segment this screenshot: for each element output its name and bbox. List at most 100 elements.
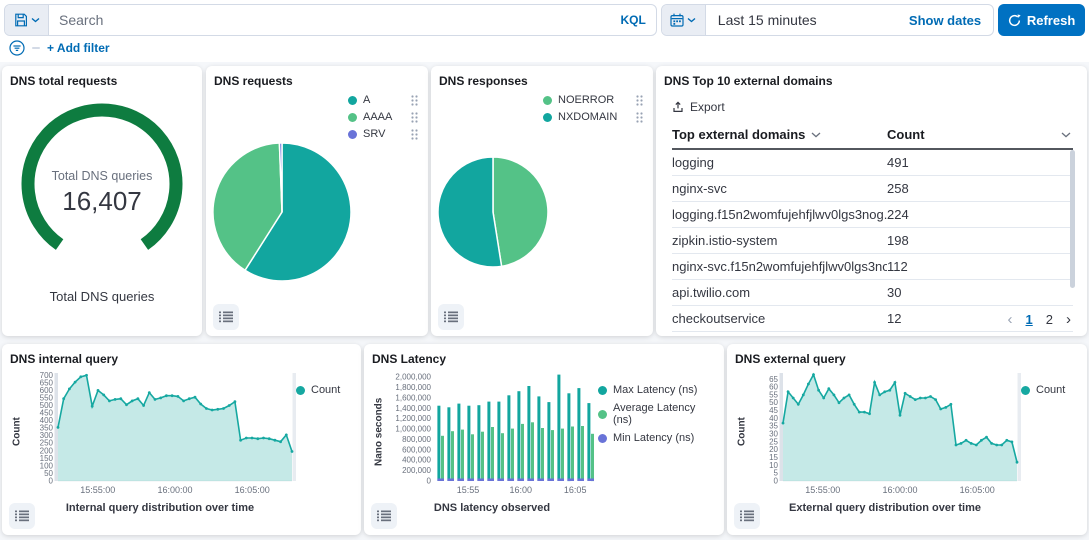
table-row: nginx-svc 258 — [672, 176, 1073, 202]
legend-color-dot — [598, 386, 607, 395]
svg-text:15:55: 15:55 — [457, 485, 480, 495]
svg-text:16,407: 16,407 — [62, 186, 142, 216]
legend-color-dot — [296, 386, 305, 395]
refresh-button[interactable]: Refresh — [998, 4, 1085, 36]
svg-text:0: 0 — [427, 477, 432, 486]
cell-count: 491 — [887, 155, 1073, 170]
export-label: Export — [690, 100, 725, 114]
legend-color-dot — [598, 434, 607, 443]
saved-query-menu-button[interactable] — [5, 5, 49, 35]
total-queries-gauge: Total DNS queries 16,407 — [10, 92, 194, 265]
panel-title: DNS external query — [735, 352, 1079, 366]
legend-toggle-button[interactable] — [9, 503, 35, 529]
svg-text:16:00:00: 16:00:00 — [157, 485, 192, 495]
legend-item-menu-button[interactable] — [636, 112, 643, 123]
y-axis-title: Count — [10, 368, 24, 496]
legend-item-count[interactable]: Count — [296, 384, 340, 396]
legend-item-menu-button[interactable] — [411, 129, 418, 140]
legend-label: SRV — [363, 128, 385, 140]
column-header-count[interactable]: Count — [887, 127, 1073, 142]
legend-item-a[interactable]: A — [348, 94, 418, 106]
pagination-prev[interactable]: ‹ — [1008, 311, 1013, 328]
cell-domain: zipkin.istio-system — [672, 233, 887, 248]
pagination-page-2[interactable]: 2 — [1046, 312, 1053, 327]
cell-count: 198 — [887, 233, 1073, 248]
legend-toggle-button[interactable] — [734, 503, 760, 529]
svg-text:16:00: 16:00 — [510, 485, 533, 495]
legend-label: Count — [311, 384, 340, 396]
pagination-page-1[interactable]: 1 — [1026, 312, 1033, 327]
legend-item-srv[interactable]: SRV — [348, 128, 418, 140]
panel-dns-external-query: DNS external query Count 051015202530354… — [727, 344, 1087, 535]
legend-item-min-latency-ns-[interactable]: Min Latency (ns) — [598, 432, 716, 444]
legend-color-dot — [598, 410, 607, 419]
cell-count: 30 — [887, 285, 1073, 300]
legend-item-count[interactable]: Count — [1021, 384, 1065, 396]
table-row: logging 491 — [672, 150, 1073, 176]
legend-label: A — [363, 94, 370, 106]
legend-item-menu-button[interactable] — [411, 112, 418, 123]
legend-label: AAAA — [363, 111, 392, 123]
svg-text:1,400,000: 1,400,000 — [395, 404, 431, 413]
svg-text:15:55:00: 15:55:00 — [80, 485, 115, 495]
floppy-disk-icon — [14, 13, 28, 27]
cell-count: 112 — [887, 259, 1073, 274]
add-filter-link[interactable]: + Add filter — [47, 41, 110, 55]
internal-query-area-chart: 0501001502002503003504004505005506006507… — [24, 368, 296, 501]
legend-item-aaaa[interactable]: AAAA — [348, 111, 418, 123]
cell-domain: checkoutservice — [672, 311, 887, 326]
calendar-icon — [670, 13, 684, 27]
legend-item-average-latency-ns-[interactable]: Average Latency (ns) — [598, 402, 716, 426]
svg-text:1,200,000: 1,200,000 — [395, 414, 431, 423]
svg-text:20: 20 — [769, 445, 778, 454]
legend-color-dot — [1021, 386, 1030, 395]
cell-count: 224 — [887, 207, 1073, 222]
legend-item-noerror[interactable]: NOERROR — [543, 94, 643, 106]
kql-language-button[interactable]: KQL — [610, 5, 655, 35]
legend-item-menu-button[interactable] — [636, 95, 643, 106]
refresh-icon — [1008, 14, 1021, 27]
svg-text:40: 40 — [769, 414, 778, 423]
list-icon — [377, 510, 391, 522]
legend-label: Max Latency (ns) — [613, 384, 697, 396]
legend-item-nxdomain[interactable]: NXDOMAIN — [543, 111, 643, 123]
legend-toggle-button[interactable] — [371, 503, 397, 529]
legend-label: Count — [1036, 384, 1065, 396]
legend-label: NXDOMAIN — [558, 111, 617, 123]
svg-text:600,000: 600,000 — [402, 445, 431, 454]
cell-domain: nginx-svc — [672, 181, 887, 196]
chevron-down-icon — [811, 132, 821, 138]
svg-text:1,800,000: 1,800,000 — [395, 383, 431, 392]
svg-text:45: 45 — [769, 406, 778, 415]
list-icon — [219, 311, 233, 323]
filter-circle-icon[interactable] — [9, 40, 25, 56]
export-button[interactable]: Export — [672, 100, 1079, 114]
export-icon — [672, 101, 684, 113]
external-query-area-chart: 0510152025303540455055606515:55:0016:00:… — [749, 368, 1021, 501]
search-input[interactable] — [49, 5, 610, 35]
svg-text:50: 50 — [769, 398, 778, 407]
list-icon — [444, 311, 458, 323]
y-axis-title: Nano seconds — [372, 368, 386, 496]
svg-text:25: 25 — [769, 437, 778, 446]
column-header-top-external-domains[interactable]: Top external domains — [672, 127, 887, 142]
svg-text:5: 5 — [774, 469, 779, 478]
table-scrollbar[interactable] — [1070, 150, 1075, 288]
show-dates-link[interactable]: Show dates — [897, 5, 993, 35]
legend-toggle-button[interactable] — [213, 304, 239, 330]
svg-text:10: 10 — [769, 461, 778, 470]
legend-item-max-latency-ns-[interactable]: Max Latency (ns) — [598, 384, 716, 396]
svg-text:15:55:00: 15:55:00 — [805, 485, 840, 495]
table-row: nginx-svc.f15n2womfujehfjlwv0lgs3no... 1… — [672, 254, 1073, 280]
dns-responses-pie — [437, 156, 549, 273]
legend-label: Min Latency (ns) — [613, 432, 694, 444]
svg-text:60: 60 — [769, 383, 778, 392]
pagination-next[interactable]: › — [1066, 311, 1071, 328]
time-picker-calendar-button[interactable] — [662, 5, 706, 35]
x-axis-title: External query distribution over time — [749, 502, 1021, 514]
time-range-value[interactable]: Last 15 minutes — [706, 5, 897, 35]
legend-toggle-button[interactable] — [438, 304, 464, 330]
dots-grid-icon — [411, 129, 418, 140]
legend-color-dot — [543, 113, 552, 122]
legend-item-menu-button[interactable] — [411, 95, 418, 106]
